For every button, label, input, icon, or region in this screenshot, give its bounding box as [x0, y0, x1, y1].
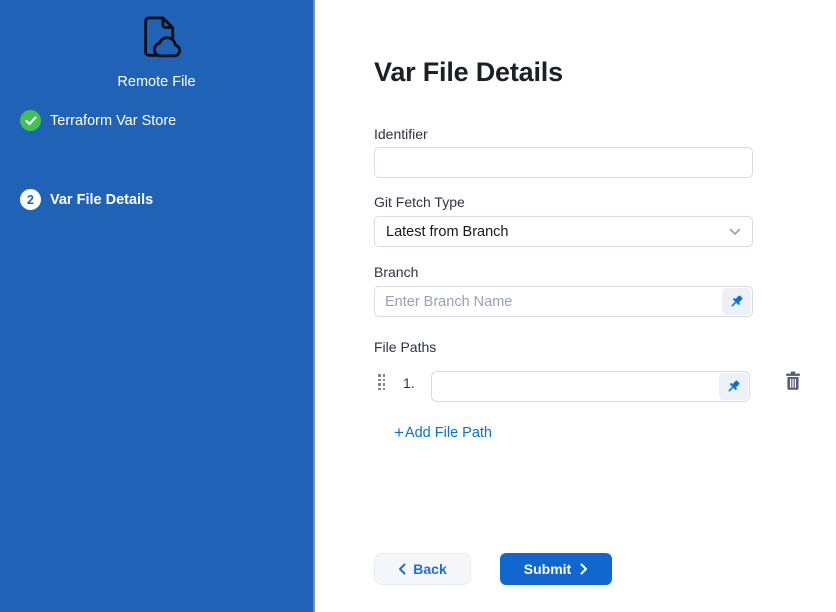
- identifier-label: Identifier: [374, 126, 428, 142]
- sidebar-step-var-file-details[interactable]: 2 Var File Details: [20, 189, 153, 210]
- step-label: Var File Details: [50, 192, 153, 208]
- submit-button-label: Submit: [524, 561, 571, 577]
- wizard-sidebar: Remote File Terraform Var Store 2 Var Fi…: [0, 0, 315, 612]
- step-number-badge: 2: [20, 189, 41, 210]
- identifier-input[interactable]: [374, 147, 753, 178]
- git-fetch-type-label: Git Fetch Type: [374, 194, 465, 210]
- delete-file-path-button[interactable]: [783, 371, 803, 391]
- file-path-field: [431, 371, 750, 402]
- branch-pin-button[interactable]: [722, 288, 751, 315]
- file-path-row-index: 1.: [403, 375, 415, 391]
- submit-button[interactable]: Submit: [500, 553, 612, 585]
- file-path-pin-button[interactable]: [719, 373, 748, 400]
- git-fetch-type-select[interactable]: Latest from Branch: [374, 216, 753, 247]
- plus-icon: +: [394, 424, 404, 441]
- file-paths-label: File Paths: [374, 339, 436, 355]
- chevron-left-icon: [398, 563, 406, 575]
- trash-icon: [784, 371, 802, 390]
- back-button-label: Back: [413, 561, 446, 577]
- chevron-down-icon: [729, 223, 741, 241]
- file-path-input[interactable]: [431, 371, 750, 402]
- back-button[interactable]: Back: [374, 553, 471, 585]
- remote-file-icon: [0, 13, 313, 68]
- branch-input[interactable]: [374, 286, 753, 317]
- var-file-details-panel: Var File Details Identifier Git Fetch Ty…: [317, 0, 836, 612]
- chevron-right-icon: [580, 563, 588, 575]
- drag-handle[interactable]: [378, 374, 387, 391]
- remote-file-label: Remote File: [0, 74, 313, 90]
- add-file-path-label: Add File Path: [405, 425, 492, 441]
- sidebar-step-terraform-var-store[interactable]: Terraform Var Store: [20, 110, 176, 131]
- step-complete-check-icon: [20, 110, 41, 131]
- pin-icon: [729, 294, 744, 309]
- step-label: Terraform Var Store: [50, 113, 176, 129]
- branch-label: Branch: [374, 264, 418, 280]
- add-file-path-link[interactable]: + Add File Path: [394, 424, 492, 441]
- page-title: Var File Details: [374, 57, 563, 88]
- branch-field: [374, 286, 753, 317]
- git-fetch-type-value: Latest from Branch: [386, 224, 729, 240]
- pin-icon: [726, 379, 741, 394]
